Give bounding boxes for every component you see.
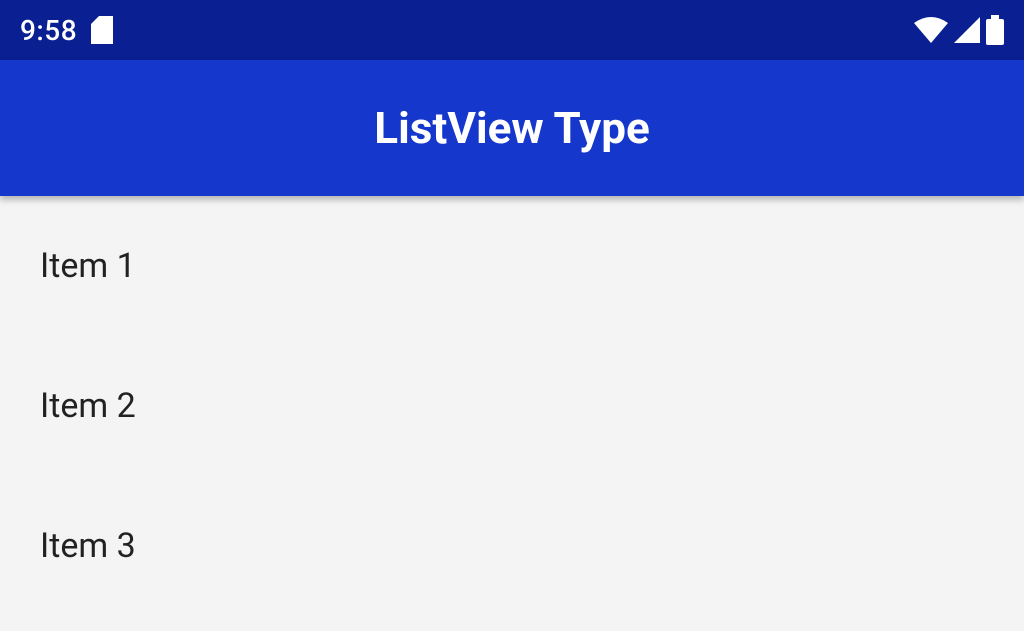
list-item-label: Item 1 <box>40 246 136 286</box>
cellular-signal-icon <box>954 17 980 43</box>
sd-card-icon <box>91 16 113 44</box>
app-bar: ListView Type <box>0 60 1024 196</box>
app-title: ListView Type <box>374 102 649 154</box>
wifi-icon <box>914 17 948 43</box>
list-item-label: Item 2 <box>40 386 136 426</box>
status-bar: 9:58 <box>0 0 1024 60</box>
list-item[interactable]: Item 1 <box>0 196 1024 336</box>
status-time: 9:58 <box>20 14 77 47</box>
list-item-label: Item 3 <box>40 526 136 566</box>
battery-icon <box>986 15 1004 45</box>
status-bar-left: 9:58 <box>20 14 113 47</box>
list-item[interactable]: Item 3 <box>0 476 1024 616</box>
list-item[interactable]: Item 2 <box>0 336 1024 476</box>
list-view[interactable]: Item 1 Item 2 Item 3 <box>0 196 1024 631</box>
status-bar-right <box>914 15 1004 45</box>
